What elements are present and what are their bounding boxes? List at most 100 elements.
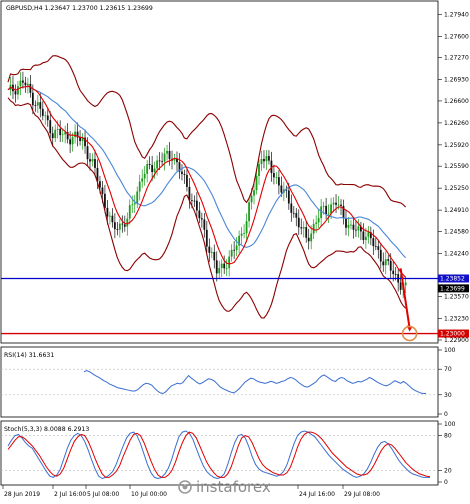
- candle-bear: [263, 158, 265, 162]
- candle-bear: [31, 92, 34, 106]
- watermark-logo-dot: [182, 484, 188, 490]
- candle-bull: [61, 134, 64, 136]
- candle-bull: [108, 215, 111, 217]
- candle-bear: [183, 173, 186, 175]
- candle-bear: [186, 174, 188, 187]
- time-tick-label: 29 Jul 08:00: [344, 491, 380, 498]
- time-tick-label: 2 Jul 16:00: [54, 491, 86, 498]
- candle-bear: [168, 150, 171, 159]
- candle-bear: [277, 177, 280, 186]
- candle-bear: [111, 215, 114, 223]
- candle-bull: [19, 80, 22, 87]
- candle-bull: [91, 159, 94, 162]
- candle-bear: [94, 159, 96, 168]
- candle-bear: [223, 263, 226, 269]
- candle-bear: [352, 224, 355, 230]
- candle-bear: [116, 229, 119, 230]
- candle-bear: [86, 146, 89, 160]
- stoch-tick-label: 80: [444, 433, 452, 440]
- candle-bear: [24, 82, 27, 86]
- candle-bear: [46, 115, 49, 121]
- price-tick-label: 1.26930: [444, 77, 469, 84]
- candle-bear: [49, 120, 52, 134]
- candle-bull: [248, 202, 250, 222]
- candle-bear: [233, 249, 236, 251]
- candle-bull: [153, 168, 156, 172]
- candle-bear: [355, 229, 357, 231]
- candle-bear: [345, 218, 347, 228]
- candle-bull: [225, 268, 228, 269]
- candle-bull: [320, 206, 323, 219]
- candle-bull: [322, 205, 325, 207]
- candle-bull: [245, 221, 248, 234]
- candle-bear: [198, 210, 201, 219]
- price-tick-label: 1.27600: [444, 33, 469, 40]
- time-tick-label: 28 Jun 2019: [4, 491, 40, 498]
- candle-bear: [106, 207, 109, 217]
- candle-bear: [372, 238, 375, 247]
- candle-bear: [14, 91, 17, 95]
- candle-bear: [123, 224, 126, 227]
- rsi-tick-label: 30: [444, 392, 452, 399]
- candle-bull: [74, 131, 77, 138]
- candle-bull: [163, 153, 166, 162]
- candle-bear: [335, 202, 337, 205]
- price-tick-label: 1.24910: [444, 207, 469, 214]
- candle-bull: [138, 181, 141, 192]
- candle-bull: [141, 178, 144, 182]
- candle-bull: [253, 190, 255, 196]
- candle-bear: [280, 185, 283, 193]
- candle-bull: [302, 227, 305, 229]
- time-tick-label: 5 Jul 08:00: [87, 491, 119, 498]
- candle-bull: [118, 223, 121, 230]
- candle-bull: [54, 129, 57, 139]
- candle-bull: [131, 204, 134, 206]
- candle-bear: [389, 260, 392, 271]
- price-tick-label: 1.26260: [444, 120, 469, 127]
- candle-bear: [215, 260, 218, 274]
- candle-bull: [258, 164, 260, 176]
- candle-bull: [133, 203, 136, 205]
- candle-bear: [99, 181, 101, 188]
- candle-bull: [17, 86, 19, 95]
- candle-bear: [340, 204, 342, 206]
- candle-bear: [392, 270, 395, 275]
- candle-bear: [69, 139, 72, 145]
- candle-bear: [158, 160, 161, 162]
- candle-bear: [382, 261, 385, 266]
- candle-bull: [44, 115, 47, 117]
- candle-bear: [307, 237, 310, 242]
- chart-header: GBPUSD,H4 1.23647 1.23700 1.23615 1.2369…: [6, 5, 153, 12]
- candle-bear: [200, 218, 203, 220]
- price-tick-label: 1.23570: [444, 294, 469, 301]
- candle-bear: [51, 133, 54, 139]
- stoch-tick-label: 0: [444, 479, 448, 486]
- candle-bull: [350, 224, 352, 226]
- candle-bear: [181, 171, 183, 174]
- candle-bear: [362, 231, 365, 241]
- candle-bull: [327, 213, 330, 215]
- candle-bear: [101, 187, 104, 194]
- candle-bull: [71, 137, 74, 145]
- chart-canvas: 1.238521.236991.23000 1.279401.276001.27…: [0, 0, 470, 500]
- candle-bull: [265, 156, 268, 162]
- price-tick-label: 1.25590: [444, 163, 469, 170]
- price-tick-label: 1.24240: [444, 250, 469, 257]
- candle-bull: [228, 256, 231, 269]
- candle-bull: [330, 204, 332, 214]
- candle-bull: [166, 150, 168, 154]
- candle-bear: [399, 282, 402, 290]
- candle-bull: [332, 202, 335, 205]
- price-tick-label: 1.25250: [444, 185, 469, 192]
- candle-bear: [148, 164, 151, 165]
- candle-bear: [287, 190, 290, 204]
- candle-bear: [59, 128, 62, 136]
- candle-bull: [337, 204, 340, 206]
- candle-bear: [193, 200, 196, 202]
- watermark-text: instaforex: [196, 478, 271, 496]
- candle-bull: [220, 263, 223, 269]
- support-level-label: 1.23852: [440, 276, 465, 283]
- candle-bull: [275, 177, 278, 178]
- candle-bear: [377, 246, 380, 250]
- candle-bear: [208, 246, 211, 253]
